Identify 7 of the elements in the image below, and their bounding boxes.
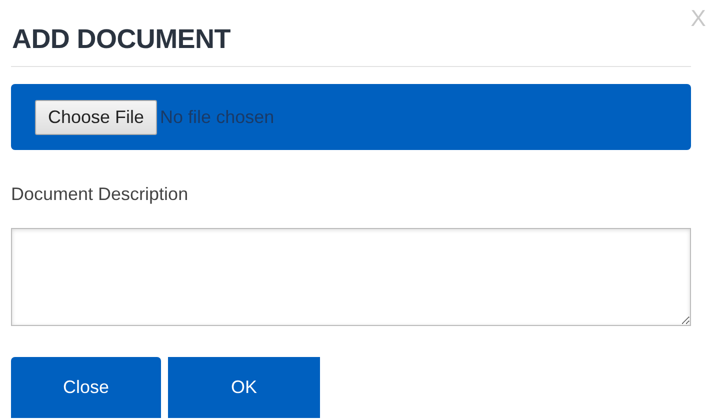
dialog-button[interactable]: Close	[11, 357, 161, 418]
dialog-button[interactable]: OK	[168, 357, 320, 418]
dialog-title: ADD DOCUMENT	[12, 24, 230, 55]
description-field[interactable]	[11, 228, 691, 326]
field-label: Document Description	[11, 184, 190, 206]
choose-file-button[interactable]: Choose File	[35, 100, 158, 134]
file-status-text: No file chosen	[160, 106, 274, 128]
